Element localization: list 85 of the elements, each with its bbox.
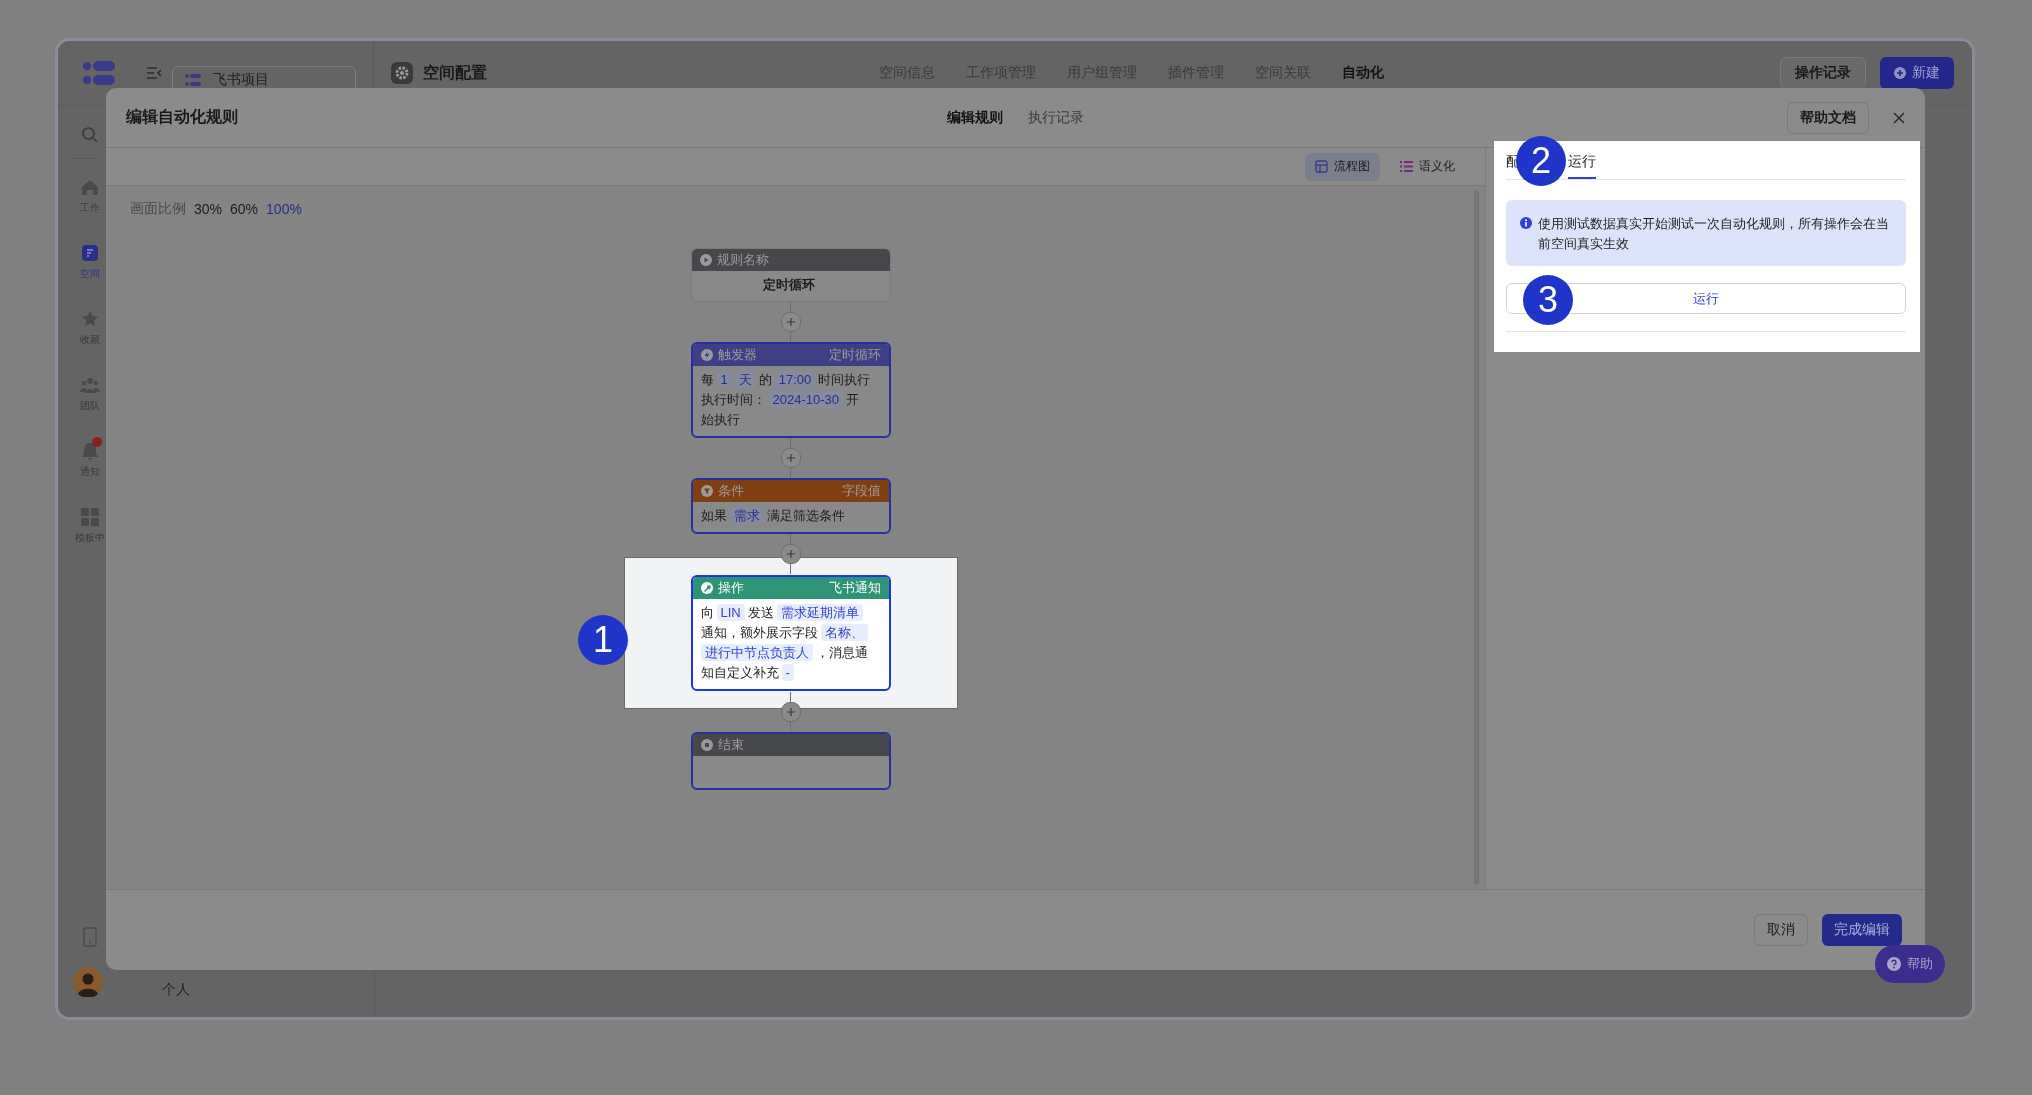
field-tag: 2024-10-30	[768, 391, 843, 408]
plus-icon	[785, 707, 796, 717]
action-icon	[700, 582, 713, 594]
mobile-icon[interactable]	[83, 927, 97, 947]
view-toggle[interactable]: 语义化	[1390, 152, 1465, 181]
node-title: 结束	[717, 736, 744, 754]
modal-tab[interactable]: 执行记录	[1028, 108, 1084, 127]
node-title: 规则名称	[716, 251, 769, 269]
help-button[interactable]: 帮助	[1875, 945, 1945, 983]
plus-icon	[785, 317, 796, 327]
bell-icon	[80, 441, 100, 461]
done-button[interactable]: 完成编辑	[1822, 914, 1902, 946]
add-step-button[interactable]	[780, 544, 801, 564]
end-icon	[700, 739, 713, 751]
node-text: ，消息通	[815, 645, 868, 660]
node-text: 定时循环	[763, 277, 815, 292]
node-text: 的	[758, 372, 772, 387]
node-text: 始执行	[700, 412, 740, 427]
field-tag: -	[781, 664, 794, 681]
panel-tab[interactable]: 运行	[1568, 153, 1596, 179]
node-text: 时间执行	[818, 372, 871, 387]
section-title: 空间配置	[423, 62, 487, 83]
collapse-icon[interactable]	[146, 66, 162, 80]
flow-node[interactable]: 结束	[690, 732, 891, 790]
node-type: 定时循环	[828, 346, 881, 364]
add-step-button[interactable]	[780, 702, 801, 722]
field-tag: 1	[716, 371, 732, 388]
cancel-button[interactable]: 取消	[1754, 914, 1808, 946]
node-text: 开	[846, 392, 859, 407]
plus-icon	[785, 453, 796, 463]
flow-node[interactable]: 操作 飞书通知 向 LIN 发送 需求延期清单 通知，额外展示字段 名称、 进行中节点负责人 ，消息通 知自定义补充 -	[690, 575, 891, 691]
star-icon	[80, 309, 100, 329]
home-icon	[80, 177, 100, 197]
node-text: 执行时间：	[700, 392, 766, 407]
history-button[interactable]: 操作记录	[1780, 57, 1866, 89]
trigger-icon	[700, 349, 713, 361]
help-icon	[1887, 957, 1901, 971]
node-text: 满足筛选条件	[766, 508, 845, 523]
new-button[interactable]: 新建	[1880, 57, 1954, 89]
flow-node[interactable]: 触发器 定时循环 每 1 天 的 17:00 时间执行 执行时间： 2024-10-30 开 始执行	[690, 342, 891, 438]
field-tag: 天	[734, 371, 756, 388]
info-text: 使用测试数据真实开始测试一次自动化规则，所有操作会在当前空间真实生效	[1538, 215, 1890, 253]
grid-icon	[80, 507, 100, 527]
node-text: 如果	[700, 508, 727, 523]
logo-icon[interactable]	[82, 60, 116, 86]
settings-icon	[391, 62, 413, 84]
flow-node[interactable]: 条件 字段值 如果 需求 满足筛选条件	[690, 478, 891, 534]
flowchart-icon	[1315, 160, 1328, 173]
list-icon	[1400, 160, 1413, 173]
field-tag: 17:00	[774, 371, 816, 388]
node-text: 发送	[747, 605, 774, 620]
condition-icon	[700, 485, 713, 497]
info-icon	[1520, 217, 1532, 229]
zoom-option[interactable]: 100%	[266, 201, 302, 217]
node-text: 知自定义补充	[700, 665, 779, 680]
field-tag: 需求延期清单	[776, 604, 863, 621]
plus-icon	[1894, 67, 1906, 79]
node-title: 条件	[717, 482, 744, 500]
node-type: 字段值	[841, 482, 881, 500]
close-icon[interactable]	[1893, 111, 1905, 124]
field-tag: LIN	[716, 604, 745, 621]
avatar[interactable]	[73, 967, 103, 997]
nav-tab[interactable]: 自动化	[1342, 64, 1384, 82]
flow-node[interactable]: 规则名称 定时循环	[690, 248, 891, 302]
modal-tab[interactable]: 编辑规则	[947, 108, 1003, 127]
help-docs-button[interactable]: 帮助文档	[1787, 101, 1869, 134]
list-icon	[185, 73, 201, 87]
modal-title: 编辑自动化规则	[126, 107, 239, 127]
section-label: 个人	[162, 981, 191, 999]
zoom-option[interactable]: 60%	[230, 201, 259, 217]
field-tag: 需求	[729, 507, 764, 524]
field-tag: 名称、	[820, 624, 868, 641]
node-text: 通知，额外展示字段	[700, 625, 818, 640]
node-title: 操作	[717, 579, 744, 597]
plus-icon	[785, 549, 796, 559]
node-text: 向	[700, 605, 714, 620]
node-title: 触发器	[717, 346, 757, 364]
space-icon	[80, 243, 100, 263]
field-tag: 进行中节点负责人	[700, 644, 813, 661]
zoom-option[interactable]: 30%	[194, 201, 223, 217]
node-text: 每	[700, 372, 714, 387]
node-type: 飞书通知	[828, 579, 881, 597]
team-icon	[80, 375, 100, 395]
search-icon[interactable]	[81, 126, 99, 144]
view-toggle[interactable]: 流程图	[1305, 152, 1380, 181]
